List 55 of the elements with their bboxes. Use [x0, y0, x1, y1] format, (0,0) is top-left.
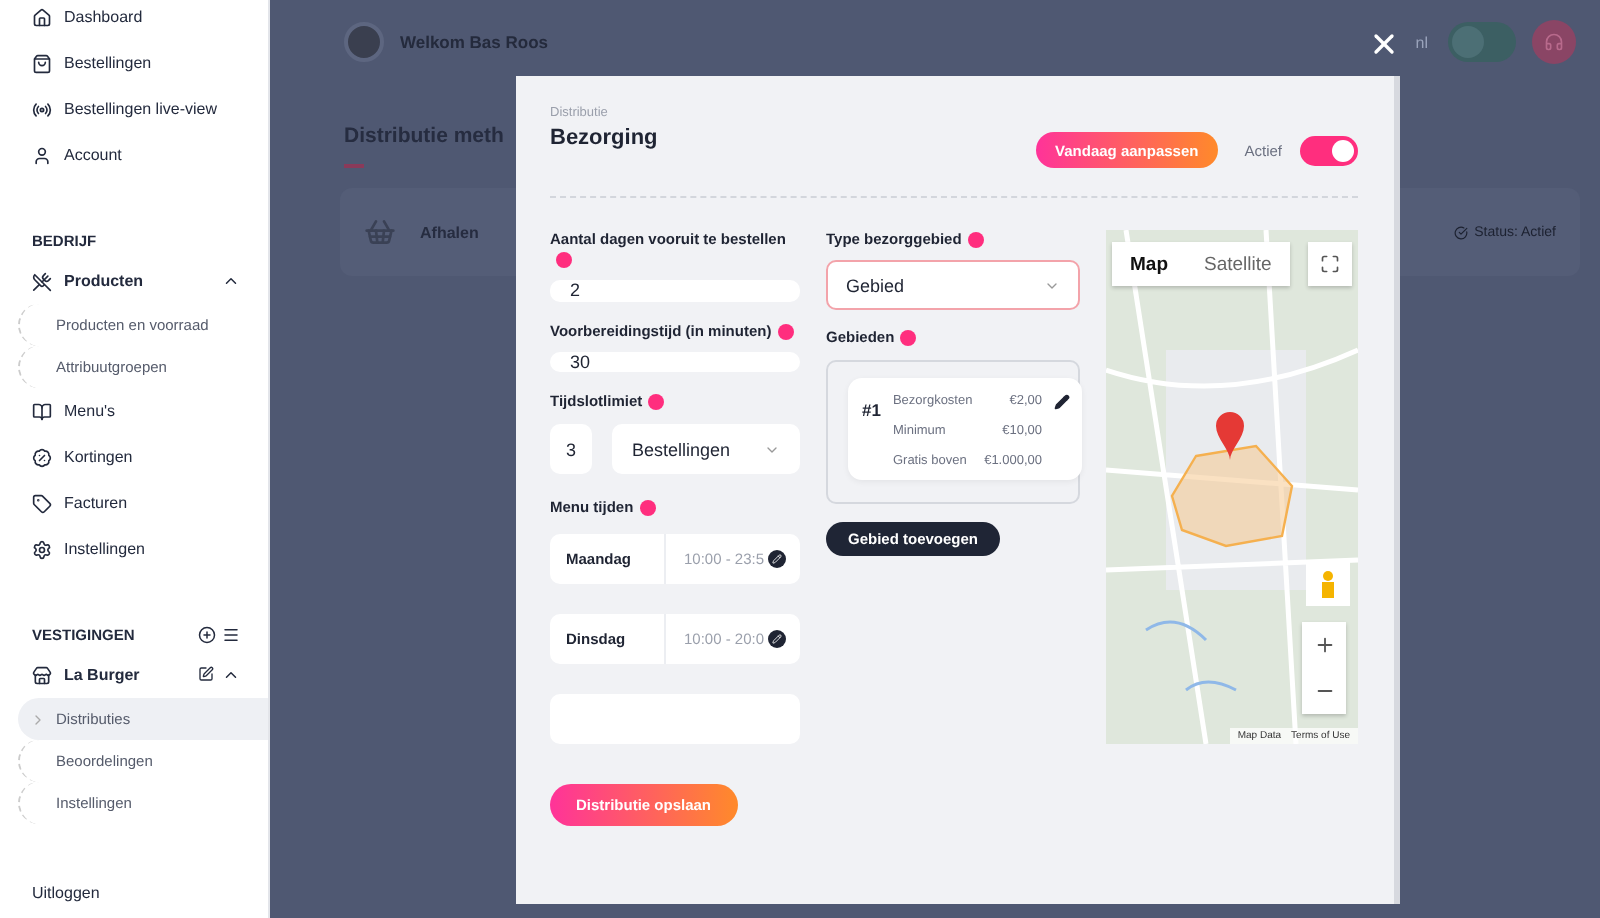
home-icon [32, 7, 52, 27]
map-type-tab[interactable]: Satellite [1186, 242, 1290, 286]
fullscreen-button[interactable] [1308, 242, 1352, 286]
edit-icon[interactable] [768, 550, 787, 568]
sidebar-item[interactable]: Menu's [64, 402, 116, 420]
input-field[interactable]: 3 [550, 424, 592, 474]
area-type-select[interactable]: Gebied [826, 260, 1080, 310]
avatar [344, 22, 384, 62]
sidebar-item[interactable]: Bestellingen live-view [64, 100, 217, 118]
sidebar-item[interactable]: Kortingen [64, 448, 133, 466]
headset-icon [1544, 32, 1564, 52]
percent-tag-icon [32, 447, 52, 467]
cutlery-icon [32, 271, 52, 291]
sidebar-item[interactable]: Instellingen [64, 540, 145, 558]
logout-link[interactable]: Uitloggen [0, 884, 268, 902]
sidebar-item[interactable]: Bestellingen [64, 54, 152, 72]
chevron-icon [222, 272, 240, 290]
sidebar-item[interactable]: Account [64, 146, 122, 164]
sidebar-item[interactable]: Producten [64, 272, 144, 290]
store-icon [32, 665, 52, 685]
close-icon[interactable] [1368, 28, 1400, 60]
tag-icon [32, 493, 52, 513]
language-code: nl [1415, 33, 1428, 51]
info-icon [648, 394, 665, 411]
list-icon [222, 625, 240, 643]
chevron-right-icon [30, 711, 46, 727]
info-icon [967, 232, 984, 249]
map-type-tab[interactable]: Map [1112, 242, 1186, 286]
settings-icon [32, 539, 52, 559]
shopping-bag-icon [32, 53, 52, 73]
sidebar-item[interactable]: Dashboard [64, 8, 143, 26]
unit-select[interactable]: Bestellingen [612, 424, 800, 474]
info-icon [777, 323, 794, 340]
edit-icon[interactable] [768, 630, 787, 648]
sidebar-item[interactable]: Facturen [64, 494, 128, 512]
check-circle-icon [1454, 225, 1469, 239]
method-name: Afhalen [420, 223, 479, 241]
input-field[interactable]: 30 [550, 351, 800, 372]
modal-title: Bezorging [550, 126, 658, 150]
active-toggle[interactable] [1300, 135, 1358, 165]
add-circle-icon [198, 625, 216, 643]
sidebar-item[interactable]: La Burger [64, 666, 140, 684]
plus-icon [1313, 634, 1335, 656]
area-number: #1 [862, 400, 881, 424]
chevron-icon [222, 666, 240, 684]
fullscreen-icon [1320, 254, 1340, 274]
input-field[interactable]: 2 [550, 280, 800, 301]
info-icon [556, 252, 572, 269]
user-icon [32, 145, 52, 165]
info-icon [639, 500, 656, 517]
radio-icon [32, 99, 52, 119]
menu-book-icon [32, 401, 52, 421]
pencil-icon[interactable] [1054, 394, 1070, 410]
basket-icon [364, 216, 396, 248]
info-icon [900, 330, 917, 347]
